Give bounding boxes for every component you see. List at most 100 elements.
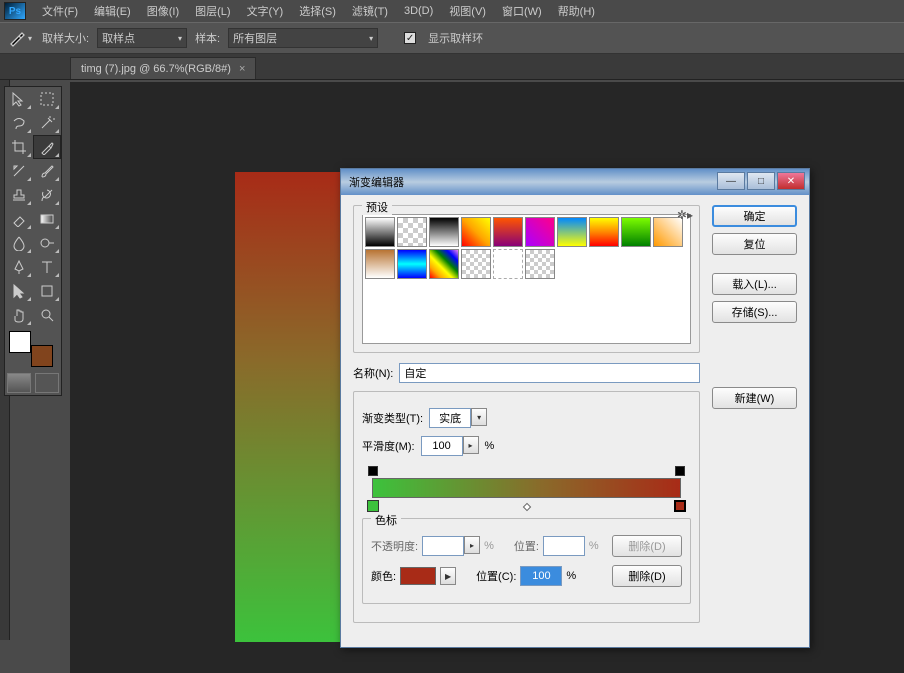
smooth-stepper-icon[interactable]: ▸	[463, 436, 479, 454]
grad-type-combo[interactable]	[429, 408, 471, 428]
menu-layer[interactable]: 图层(L)	[187, 3, 238, 19]
preset-swatch[interactable]	[397, 217, 427, 247]
new-button[interactable]: 新建(W)	[712, 387, 797, 409]
color-stop-right[interactable]	[674, 500, 686, 512]
preset-swatch[interactable]	[365, 217, 395, 247]
crop-tool[interactable]	[5, 135, 33, 159]
posC-input[interactable]	[520, 566, 562, 586]
presets-list[interactable]	[362, 214, 691, 344]
ok-button[interactable]: 确定	[712, 205, 797, 227]
dodge-tool[interactable]	[33, 231, 61, 255]
maximize-button[interactable]: □	[747, 172, 775, 190]
minimize-button[interactable]: —	[717, 172, 745, 190]
menu-edit[interactable]: 编辑(E)	[86, 3, 139, 19]
grad-type-dropdown-icon[interactable]: ▾	[471, 408, 487, 426]
gradient-preview[interactable]	[372, 478, 681, 498]
stops-group: 色标 不透明度: ▸ % 位置: % 删除(D) 颜色:	[362, 518, 691, 604]
preset-swatch[interactable]	[589, 217, 619, 247]
preset-swatch[interactable]	[461, 217, 491, 247]
menu-file[interactable]: 文件(F)	[34, 3, 86, 19]
preset-swatch[interactable]	[493, 217, 523, 247]
gradient-tool[interactable]	[33, 207, 61, 231]
move-tool[interactable]	[5, 87, 33, 111]
path-select-tool[interactable]	[5, 279, 33, 303]
zoom-tool[interactable]	[33, 303, 61, 327]
menu-type[interactable]: 文字(Y)	[239, 3, 292, 19]
preset-swatch[interactable]	[621, 217, 651, 247]
history-brush-tool[interactable]	[33, 183, 61, 207]
menu-3d[interactable]: 3D(D)	[396, 5, 441, 17]
document-tab-bar: timg (7).jpg @ 66.7%(RGB/8#) ×	[0, 54, 904, 80]
blur-tool[interactable]	[5, 231, 33, 255]
document-tab-title: timg (7).jpg @ 66.7%(RGB/8#)	[81, 63, 231, 75]
gradient-edit-group: 渐变类型(T): ▾ 平滑度(M): ▸ %	[353, 391, 700, 623]
close-tab-icon[interactable]: ×	[239, 63, 245, 75]
load-button[interactable]: 载入(L)...	[712, 273, 797, 295]
brush-tool[interactable]	[33, 159, 61, 183]
foreground-color-swatch[interactable]	[9, 331, 31, 353]
menu-view[interactable]: 视图(V)	[441, 3, 494, 19]
preset-swatch[interactable]	[557, 217, 587, 247]
preset-swatch[interactable]	[365, 249, 395, 279]
preset-swatch[interactable]	[525, 217, 555, 247]
smooth-pct: %	[485, 440, 495, 452]
opacity-stop-left[interactable]	[368, 466, 378, 476]
pen-tool[interactable]	[5, 255, 33, 279]
sample-combo[interactable]: 所有图层	[228, 28, 378, 48]
type-tool[interactable]	[33, 255, 61, 279]
marquee-tool[interactable]	[33, 87, 61, 111]
preset-swatch[interactable]	[525, 249, 555, 279]
reset-button[interactable]: 复位	[712, 233, 797, 255]
menu-help[interactable]: 帮助(H)	[550, 3, 603, 19]
preset-swatch[interactable]	[493, 249, 523, 279]
document-tab[interactable]: timg (7).jpg @ 66.7%(RGB/8#) ×	[70, 57, 256, 79]
sample-size-combo[interactable]: 取样点	[97, 28, 187, 48]
background-color-swatch[interactable]	[31, 345, 53, 367]
menu-window[interactable]: 窗口(W)	[494, 3, 550, 19]
menu-bar: Ps 文件(F) 编辑(E) 图像(I) 图层(L) 文字(Y) 选择(S) 滤…	[0, 0, 904, 22]
delete-color-button[interactable]: 删除(D)	[612, 565, 682, 587]
tool-preset-button[interactable]: ▾	[6, 27, 34, 49]
close-button[interactable]: ✕	[777, 172, 805, 190]
quickmask-mask[interactable]	[35, 373, 59, 393]
color-swatches	[5, 327, 61, 371]
wand-tool[interactable]	[33, 111, 61, 135]
presets-group: 预设 ✲▸	[353, 205, 700, 353]
menu-select[interactable]: 选择(S)	[291, 3, 344, 19]
toolbox	[4, 86, 62, 396]
preset-swatch[interactable]	[429, 249, 459, 279]
stamp-tool[interactable]	[5, 183, 33, 207]
eyedropper-tool[interactable]	[33, 135, 61, 159]
opacity-stop-right[interactable]	[675, 466, 685, 476]
menu-filter[interactable]: 滤镜(T)	[344, 3, 396, 19]
lasso-tool[interactable]	[5, 111, 33, 135]
show-ring-checkbox[interactable]	[404, 32, 416, 44]
app-logo: Ps	[4, 2, 26, 20]
sample-size-label: 取样大小:	[42, 30, 89, 46]
menu-image[interactable]: 图像(I)	[139, 3, 187, 19]
stop-color-swatch[interactable]	[400, 567, 436, 585]
color-stop-left[interactable]	[367, 500, 379, 512]
opacity-input	[422, 536, 464, 556]
preset-swatch[interactable]	[461, 249, 491, 279]
heal-tool[interactable]	[5, 159, 33, 183]
preset-swatch[interactable]	[429, 217, 459, 247]
name-input[interactable]	[399, 363, 700, 383]
gradient-editor-dialog: 渐变编辑器 — □ ✕ 预设 ✲▸	[340, 168, 810, 648]
hand-tool[interactable]	[5, 303, 33, 327]
posC-label: 位置(C):	[476, 568, 516, 584]
quickmask-standard[interactable]	[7, 373, 31, 393]
presets-legend: 预设	[362, 199, 392, 215]
pos-input	[543, 536, 585, 556]
smooth-input[interactable]	[421, 436, 463, 456]
shape-tool[interactable]	[33, 279, 61, 303]
presets-menu-icon[interactable]: ✲▸	[677, 208, 693, 222]
pos-label: 位置:	[514, 538, 539, 554]
dialog-titlebar[interactable]: 渐变编辑器 — □ ✕	[341, 169, 809, 195]
gradient-bar[interactable]	[364, 464, 689, 512]
save-button[interactable]: 存储(S)...	[712, 301, 797, 323]
preset-swatch[interactable]	[397, 249, 427, 279]
eraser-tool[interactable]	[5, 207, 33, 231]
midpoint-handle[interactable]	[522, 503, 530, 511]
color-picker-icon[interactable]: ▶	[440, 567, 456, 585]
